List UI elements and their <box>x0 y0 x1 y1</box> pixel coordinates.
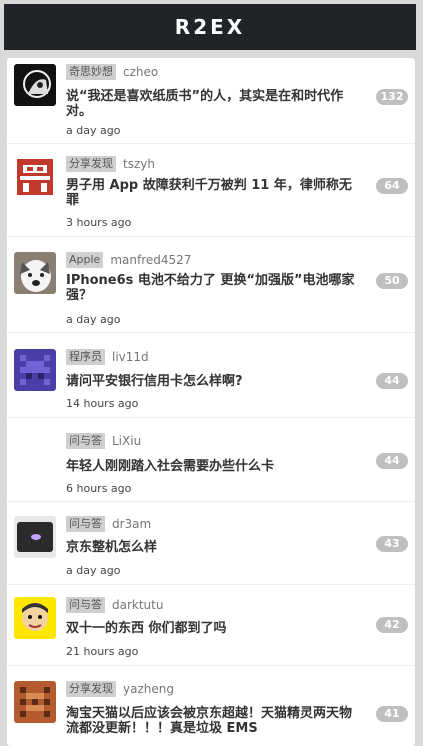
node-tag[interactable]: 问与答 <box>66 516 105 532</box>
topic-item[interactable]: 问与答 LiXiu 年轻人刚刚踏入社会需要办些什么卡 6 hours ago 4… <box>7 427 415 502</box>
topic-item[interactable]: 分享发现 yazheng 淘宝天猫以后应该会被京东超越！天猫精灵两天物流都没更新… <box>7 675 415 746</box>
topic-title[interactable]: IPhone6s 电池不给力了 更换“加强版”电池哪家强？ <box>66 273 364 303</box>
topic-time: a day ago <box>66 313 121 326</box>
node-tag[interactable]: 分享发现 <box>66 681 116 697</box>
topic-time: a day ago <box>66 564 121 577</box>
app-header: R2EX <box>4 4 416 50</box>
username[interactable]: manfred4527 <box>110 253 191 267</box>
user-avatar-icon[interactable] <box>14 156 56 198</box>
topic-title[interactable]: 说“我还是喜欢纸质书”的人，其实是在和时代作对。 <box>66 89 364 119</box>
user-avatar-icon[interactable] <box>14 597 56 639</box>
topic-title[interactable]: 请问平安银行信用卡怎么样啊? <box>66 374 364 389</box>
topic-item[interactable]: Apple manfred4527 IPhone6s 电池不给力了 更换“加强版… <box>7 246 415 333</box>
reply-count-badge[interactable]: 50 <box>376 273 408 289</box>
user-avatar-icon[interactable] <box>14 681 56 723</box>
node-tag[interactable]: 问与答 <box>66 433 105 449</box>
username[interactable]: LiXiu <box>112 434 141 448</box>
topic-time: 3 hours ago <box>66 216 132 229</box>
app-title[interactable]: R2EX <box>175 15 245 39</box>
topic-time: 14 hours ago <box>66 397 139 410</box>
user-avatar-icon[interactable] <box>14 349 56 391</box>
topic-item[interactable]: 奇思妙想 czheo 说“我还是喜欢纸质书”的人，其实是在和时代作对。 a da… <box>7 58 415 144</box>
username[interactable]: dr3am <box>112 517 151 531</box>
username[interactable]: tszyh <box>123 157 155 171</box>
topic-time: 6 hours ago <box>66 482 132 495</box>
topic-item[interactable]: 问与答 dr3am 京东整机怎么样 a day ago 43 <box>7 510 415 585</box>
node-tag[interactable]: 分享发现 <box>66 156 116 172</box>
username[interactable]: czheo <box>123 65 158 79</box>
topic-title[interactable]: 男子用 App 故障获利千万被判 11 年，律师称无罪 <box>66 178 364 208</box>
reply-count-badge[interactable]: 44 <box>376 453 408 469</box>
topic-item[interactable]: 问与答 darktutu 双十一的东西 你们都到了吗 21 hours ago … <box>7 591 415 666</box>
topic-title[interactable]: 京东整机怎么样 <box>66 540 364 555</box>
reply-count-badge[interactable]: 132 <box>376 89 408 105</box>
topic-time: 21 hours ago <box>66 645 139 658</box>
node-tag[interactable]: Apple <box>66 252 104 268</box>
reply-count-badge[interactable]: 44 <box>376 373 408 389</box>
username[interactable]: liv11d <box>112 350 149 364</box>
username[interactable]: darktutu <box>112 598 163 612</box>
node-tag[interactable]: 奇思妙想 <box>66 64 116 80</box>
topic-title[interactable]: 淘宝天猫以后应该会被京东超越！天猫精灵两天物流都没更新！！！真是垃圾 EMS <box>66 706 364 736</box>
topic-item[interactable]: 程序员 liv11d 请问平安银行信用卡怎么样啊? 14 hours ago 4… <box>7 343 415 418</box>
topic-item[interactable]: 分享发现 tszyh 男子用 App 故障获利千万被判 11 年，律师称无罪 3… <box>7 150 415 237</box>
node-tag[interactable]: 程序员 <box>66 349 105 365</box>
user-avatar-icon[interactable] <box>14 516 56 558</box>
user-avatar-icon[interactable] <box>14 252 56 294</box>
reply-count-badge[interactable]: 42 <box>376 617 408 633</box>
reply-count-badge[interactable]: 64 <box>376 178 408 194</box>
user-avatar-icon[interactable] <box>14 64 56 106</box>
reply-count-badge[interactable]: 41 <box>376 706 408 722</box>
topic-list: 奇思妙想 czheo 说“我还是喜欢纸质书”的人，其实是在和时代作对。 a da… <box>7 58 415 746</box>
topic-title[interactable]: 双十一的东西 你们都到了吗 <box>66 621 364 636</box>
reply-count-badge[interactable]: 43 <box>376 536 408 552</box>
username[interactable]: yazheng <box>123 682 174 696</box>
node-tag[interactable]: 问与答 <box>66 597 105 613</box>
topic-title[interactable]: 年轻人刚刚踏入社会需要办些什么卡 <box>66 459 364 474</box>
topic-time: a day ago <box>66 124 121 137</box>
